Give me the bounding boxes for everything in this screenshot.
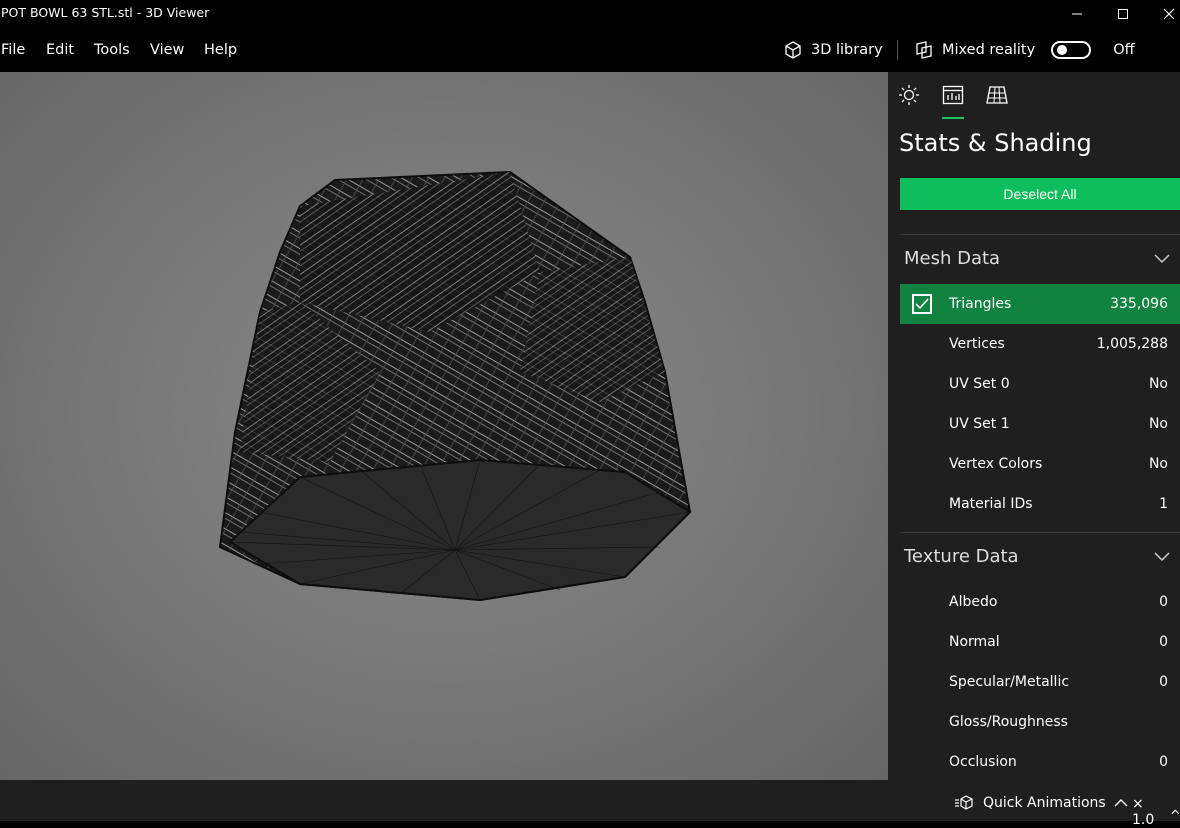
- row-value: 0: [1159, 674, 1168, 690]
- 3d-library-label: 3D library: [811, 42, 883, 58]
- mixed-reality-label: Mixed reality: [942, 42, 1036, 58]
- window-title: POT BOWL 63 STL.stl - 3D Viewer: [1, 5, 210, 20]
- texture-row-gloss-roughness[interactable]: Gloss/Roughness: [900, 702, 1180, 742]
- toggle-knob: [1057, 45, 1068, 55]
- row-value: 1: [1159, 496, 1168, 512]
- row-label: UV Set 1: [949, 416, 1010, 432]
- title-bar: POT BOWL 63 STL.stl - 3D Viewer: [0, 0, 1180, 28]
- chevron-down-icon[interactable]: [1154, 552, 1170, 562]
- speed-value: × 1.0: [1132, 796, 1155, 828]
- stats-icon: [942, 85, 964, 105]
- row-label: Triangles: [949, 296, 1012, 312]
- row-value: No: [1148, 416, 1168, 432]
- quick-animations-button[interactable]: Quick Animations: [955, 794, 1128, 812]
- checkmark-icon: [915, 298, 929, 310]
- menu-separator: [897, 40, 898, 60]
- close-button[interactable]: [1146, 0, 1180, 28]
- 3d-model: [218, 170, 692, 602]
- mixed-reality-control[interactable]: Mixed reality Off: [914, 38, 1135, 62]
- deselect-all-button[interactable]: Deselect All: [900, 178, 1180, 210]
- grid-icon: [986, 86, 1008, 104]
- section-divider: [900, 234, 1180, 235]
- texture-row-specular-metallic[interactable]: Specular/Metallic 0: [900, 662, 1180, 702]
- row-value: No: [1148, 376, 1168, 392]
- quick-animations-label: Quick Animations: [983, 795, 1106, 811]
- section-divider: [900, 532, 1180, 533]
- row-label: Albedo: [949, 594, 998, 610]
- row-label: Vertices: [949, 336, 1005, 352]
- mixed-reality-toggle[interactable]: [1051, 41, 1092, 59]
- row-label: UV Set 0: [949, 376, 1010, 392]
- row-label: Occlusion: [949, 754, 1017, 770]
- status-bar: Quick Animations × 1.0: [0, 780, 1180, 828]
- active-tab-indicator: [942, 117, 964, 119]
- cube-icon: [785, 41, 801, 59]
- mesh-row-uv-set-0[interactable]: UV Set 0 No: [900, 364, 1180, 404]
- sun-icon: [899, 85, 919, 105]
- mixed-reality-state: Off: [1113, 42, 1135, 58]
- animation-cube-icon: [955, 795, 973, 810]
- texture-row-occlusion[interactable]: Occlusion 0: [900, 742, 1180, 780]
- row-label: Vertex Colors: [949, 456, 1043, 472]
- mesh-row-uv-set-1[interactable]: UV Set 1 No: [900, 404, 1180, 444]
- chevron-up-icon: [1114, 799, 1128, 807]
- mesh-row-vertices[interactable]: Vertices 1,005,288: [900, 324, 1180, 364]
- row-label: Normal: [949, 634, 1000, 650]
- minimize-button[interactable]: [1054, 0, 1100, 28]
- mesh-data-heading[interactable]: Mesh Data: [904, 248, 1000, 269]
- menu-edit[interactable]: Edit: [46, 42, 74, 58]
- texture-data-heading[interactable]: Texture Data: [904, 546, 1019, 567]
- triangles-checkbox[interactable]: [912, 294, 932, 314]
- menu-bar: File Edit Tools View Help 3D library Mix…: [0, 28, 1180, 72]
- tab-stats[interactable]: [942, 84, 966, 108]
- texture-row-normal[interactable]: Normal 0: [900, 622, 1180, 662]
- menu-tools[interactable]: Tools: [94, 42, 130, 58]
- panel-title: Stats & Shading: [899, 129, 1092, 157]
- row-value: 0: [1159, 754, 1168, 770]
- mesh-row-material-ids[interactable]: Material IDs 1: [900, 484, 1180, 524]
- close-icon: [1163, 8, 1175, 20]
- 3d-viewport[interactable]: [0, 72, 888, 780]
- chevron-up-icon: [1171, 809, 1180, 815]
- chevron-down-icon[interactable]: [1154, 254, 1170, 264]
- tab-lighting[interactable]: [898, 84, 922, 108]
- row-value: 0: [1159, 634, 1168, 650]
- row-label: Gloss/Roughness: [949, 714, 1068, 730]
- row-value: 0: [1159, 594, 1168, 610]
- menu-view[interactable]: View: [150, 42, 184, 58]
- tab-grid[interactable]: [986, 84, 1010, 108]
- row-value: 1,005,288: [1096, 336, 1168, 352]
- maximize-button[interactable]: [1100, 0, 1146, 28]
- mixed-reality-icon: [916, 41, 932, 59]
- row-label: Specular/Metallic: [949, 674, 1070, 690]
- speed-control[interactable]: × 1.0: [1132, 796, 1180, 828]
- row-label: Material IDs: [949, 496, 1033, 512]
- row-value: No: [1148, 456, 1168, 472]
- mesh-row-triangles[interactable]: Triangles 335,096: [900, 284, 1180, 324]
- menu-help[interactable]: Help: [204, 42, 237, 58]
- 3d-library-button[interactable]: 3D library: [783, 38, 883, 62]
- menu-file[interactable]: File: [1, 42, 25, 58]
- mesh-row-vertex-colors[interactable]: Vertex Colors No: [900, 444, 1180, 484]
- stats-panel: Stats & Shading Deselect All Mesh Data T…: [888, 72, 1180, 780]
- row-value: 335,096: [1110, 296, 1168, 312]
- minimize-icon: [1072, 13, 1082, 15]
- maximize-icon: [1118, 9, 1128, 19]
- texture-row-albedo[interactable]: Albedo 0: [900, 582, 1180, 622]
